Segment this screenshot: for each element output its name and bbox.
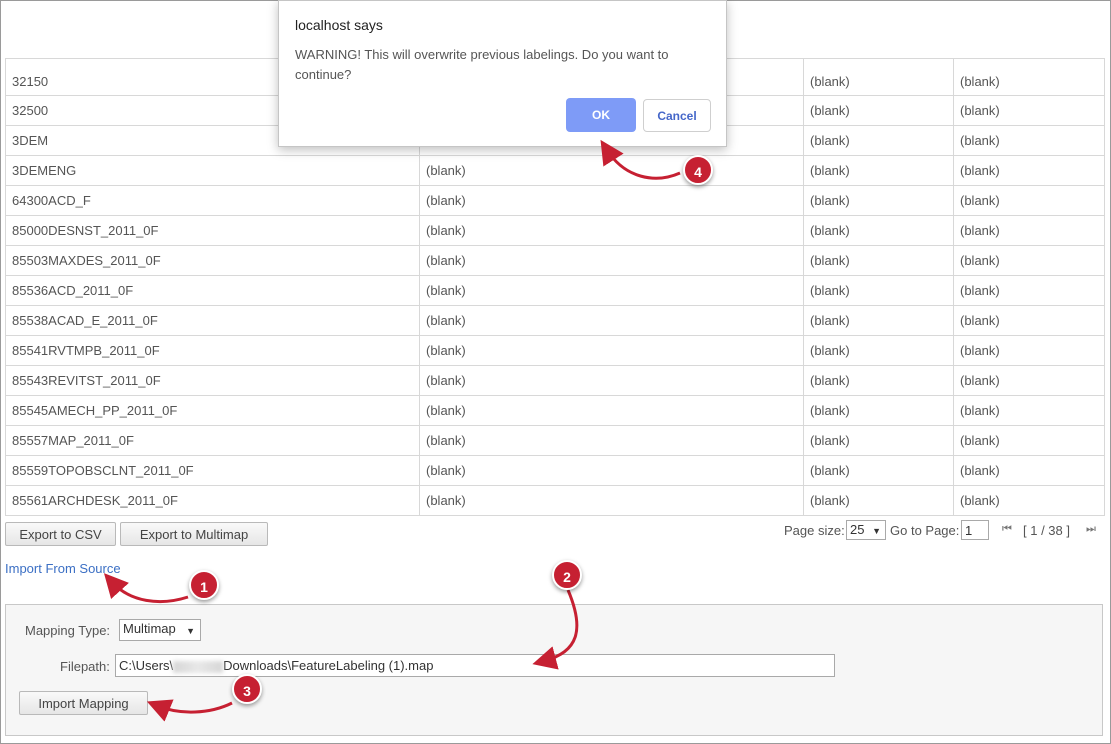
table-row: 85541RVTMPB_2011_0F (blank) (blank) (blank) [5,335,1105,366]
table-row: 3DEMENG (blank) (blank) (blank) [5,155,1105,186]
table-cell: (blank) [953,245,1105,276]
table-cell: (blank) [803,425,954,456]
table-cell: (blank) [803,275,954,306]
table-cell: 85536ACD_2011_0F [5,275,420,306]
table-cell: 85557MAP_2011_0F [5,425,420,456]
table-cell: 85000DESNST_2011_0F [5,215,420,246]
chevron-down-icon: ▼ [186,626,195,636]
table-cell: (blank) [419,185,804,216]
callout-badge-1: 1 [189,570,219,600]
table-cell: (blank) [419,275,804,306]
table-cell: (blank) [803,245,954,276]
table-row: 85543REVITST_2011_0F (blank) (blank) (blank… [5,365,1105,396]
callout-badge-4: 4 [683,155,713,185]
table-row: 85559TOPOBSCLNT_2011_0F (blank) (blank) (bl… [5,455,1105,486]
page-status: [ 1 / 38 ] [1023,523,1070,538]
dialog-title: localhost says [295,17,383,33]
table-cell: (blank) [419,245,804,276]
table-cell: (blank) [803,455,954,486]
table-cell: (blank) [953,485,1105,516]
table-cell: (blank) [953,275,1105,306]
dialog-message: WARNING! This will overwrite previous la… [295,47,669,82]
table-cell: (blank) [953,425,1105,456]
page-size-select[interactable]: 25 ▼ [846,520,886,540]
table-row: 64300ACD_F (blank) (blank) (blank) [5,185,1105,216]
filepath-prefix: C:\Users\ [119,658,174,673]
table-cell: (blank) [803,58,954,96]
import-panel: Mapping Type: Multimap ▼ Filepath: C:\Us… [5,604,1103,736]
table-cell: (blank) [803,365,954,396]
table-cell: (blank) [419,215,804,246]
table-cell: (blank) [953,455,1105,486]
table-cell: 85543REVITST_2011_0F [5,365,420,396]
mapping-type-label: Mapping Type: [25,623,111,638]
chevron-down-icon: ▼ [872,526,881,536]
table-cell: (blank) [803,95,954,126]
table-cell: 85541RVTMPB_2011_0F [5,335,420,366]
first-page-icon[interactable]: ⏮ [1002,523,1012,536]
filepath-label: Filepath: [60,659,110,674]
last-page-icon[interactable]: ⏭ [1086,523,1096,536]
table-cell: (blank) [953,335,1105,366]
table-row: 85557MAP_2011_0F (blank) (blank) (blank) [5,425,1105,456]
import-from-source-link[interactable]: Import From Source [5,561,121,576]
table-row: 85561ARCHDESK_2011_0F (blank) (blank) (blan… [5,485,1105,516]
table-cell: (blank) [953,155,1105,186]
callout-badge-3: 3 [232,674,262,704]
cancel-button[interactable]: Cancel [643,99,711,132]
table-cell: (blank) [419,425,804,456]
export-multimap-button[interactable]: Export to Multimap [120,522,268,546]
table-cell: (blank) [953,185,1105,216]
table-cell: (blank) [803,395,954,426]
table-row: 85503MAXDES_2011_0F (blank) (blank) (blank) [5,245,1105,276]
table-cell: (blank) [953,365,1105,396]
ok-button[interactable]: OK [566,98,636,132]
table-cell: (blank) [419,365,804,396]
filepath-input[interactable]: C:\Users\ Downloads\FeatureLabeling (1).m… [115,654,835,677]
table-cell: 85545AMECH_PP_2011_0F [5,395,420,426]
table-cell: (blank) [803,185,954,216]
table-cell: (blank) [419,455,804,486]
table-cell: (blank) [419,395,804,426]
table-row: 85000DESNST_2011_0F (blank) (blank) (blank) [5,215,1105,246]
table-cell: (blank) [803,305,954,336]
page-size-label: Page size: [784,523,845,538]
mapping-type-select[interactable]: Multimap ▼ [119,619,201,641]
redacted-username [173,660,224,673]
table-cell: 85561ARCHDESK_2011_0F [5,485,420,516]
table-cell: 85559TOPOBSCLNT_2011_0F [5,455,420,486]
confirm-dialog: localhost says WARNING! This will overwr… [278,0,727,147]
table-cell: (blank) [803,215,954,246]
table-cell: (blank) [803,485,954,516]
table-cell: 64300ACD_F [5,185,420,216]
go-to-page-input[interactable] [961,520,989,540]
table-cell: (blank) [953,305,1105,336]
table-row: 85536ACD_2011_0F (blank) (blank) (blank) [5,275,1105,306]
table-cell: (blank) [803,125,954,156]
export-csv-button[interactable]: Export to CSV [5,522,116,546]
table-cell: (blank) [803,335,954,366]
mapping-type-value: Multimap [123,621,176,636]
table-cell: 85503MAXDES_2011_0F [5,245,420,276]
page-size-value: 25 [850,522,865,537]
table-row: 85545AMECH_PP_2011_0F (blank) (blank) (blan… [5,395,1105,426]
table-cell: (blank) [803,155,954,186]
table-cell: 85538ACAD_E_2011_0F [5,305,420,336]
table-cell: (blank) [953,215,1105,246]
table-cell: (blank) [419,155,804,186]
import-mapping-button[interactable]: Import Mapping [19,691,148,715]
table-cell: (blank) [419,305,804,336]
table-cell: (blank) [953,95,1105,126]
table-cell: (blank) [953,395,1105,426]
table-cell: (blank) [953,125,1105,156]
callout-badge-2: 2 [552,560,582,590]
table-cell: (blank) [953,58,1105,96]
table-row: 85538ACAD_E_2011_0F (blank) (blank) (blank) [5,305,1105,336]
table-cell: 3DEMENG [5,155,420,186]
table-cell: (blank) [419,335,804,366]
table-cell: (blank) [419,485,804,516]
go-to-page-label: Go to Page: [890,523,960,538]
filepath-suffix: Downloads\FeatureLabeling (1).map [223,658,434,673]
